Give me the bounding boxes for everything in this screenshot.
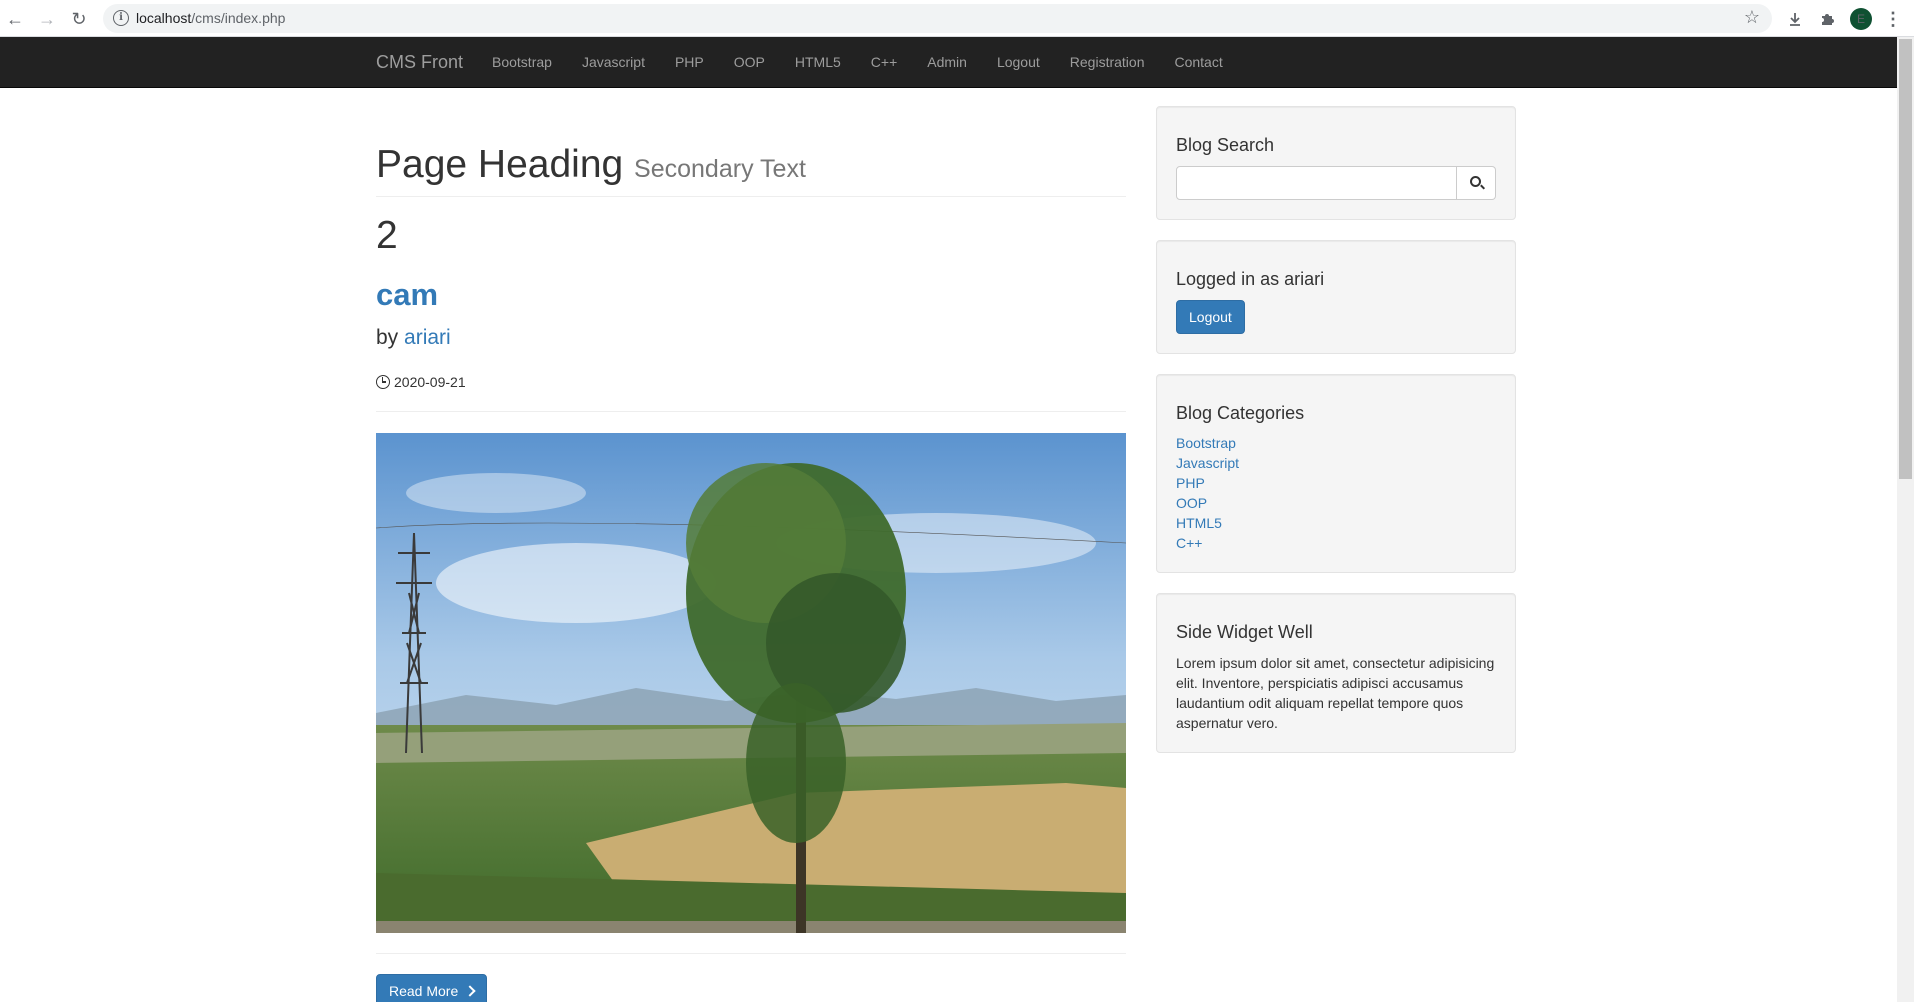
page-scrollbar[interactable] bbox=[1897, 37, 1914, 1002]
nav-item-cpp[interactable]: C++ bbox=[856, 37, 912, 88]
post-author-link[interactable]: ariari bbox=[404, 326, 451, 349]
url-path: /cms/index.php bbox=[191, 10, 286, 26]
navbar-menu: Bootstrap Javascript PHP OOP HTML5 C++ A… bbox=[477, 37, 1238, 88]
sidebar: Blog Search Logged in as ariari Logout B… bbox=[1156, 106, 1516, 773]
by-label: by bbox=[376, 325, 399, 349]
read-more-button[interactable]: Read More bbox=[376, 973, 488, 1002]
post-date: 2020-09-21 bbox=[376, 374, 1126, 390]
login-well: Logged in as ariari Logout bbox=[1156, 239, 1516, 354]
page-heading: Page Heading Secondary Text bbox=[376, 143, 1126, 187]
scrollbar-thumb[interactable] bbox=[1899, 39, 1912, 479]
nav-item-logout[interactable]: Logout bbox=[982, 37, 1055, 88]
post-number: 2 bbox=[376, 213, 398, 257]
browser-menu-icon[interactable]: ⋮ bbox=[1880, 6, 1906, 32]
search-button[interactable] bbox=[1457, 165, 1496, 200]
blog-search-well: Blog Search bbox=[1156, 106, 1516, 220]
logout-button[interactable]: Logout bbox=[1176, 299, 1245, 334]
browser-toolbar: ← → ↻ i localhost/cms/index.php ☆ E ⋮ bbox=[0, 0, 1914, 37]
logged-in-title: Logged in as ariari bbox=[1176, 268, 1325, 289]
back-arrow-icon[interactable]: ← bbox=[2, 6, 28, 32]
main-content: Page Heading Secondary Text 2 cam by ari… bbox=[376, 88, 1126, 1002]
post-author-line: by ariari bbox=[376, 326, 1126, 349]
side-widget-well: Side Widget Well Lorem ipsum dolor sit a… bbox=[1156, 593, 1516, 754]
download-icon[interactable] bbox=[1782, 6, 1808, 32]
list-item: Javascript bbox=[1176, 453, 1496, 473]
site-info-icon[interactable]: i bbox=[113, 10, 129, 26]
post-title: cam bbox=[376, 277, 1126, 312]
address-bar[interactable]: i localhost/cms/index.php ☆ bbox=[103, 4, 1772, 33]
category-list: Bootstrap Javascript PHP OOP HTML5 C++ bbox=[1176, 433, 1496, 553]
forward-arrow-icon[interactable]: → bbox=[34, 6, 60, 32]
blog-categories-well: Blog Categories Bootstrap Javascript PHP… bbox=[1156, 373, 1516, 574]
page-header: Page Heading Secondary Text bbox=[376, 143, 1126, 197]
page-heading-text: Page Heading bbox=[376, 143, 624, 186]
category-link-oop[interactable]: OOP bbox=[1176, 495, 1207, 511]
nav-item-html5[interactable]: HTML5 bbox=[780, 37, 856, 88]
list-item: PHP bbox=[1176, 473, 1496, 493]
blog-search-title: Blog Search bbox=[1176, 135, 1275, 155]
extensions-puzzle-icon[interactable] bbox=[1814, 6, 1840, 32]
url-host: localhost bbox=[136, 10, 192, 26]
category-link-php[interactable]: PHP bbox=[1176, 475, 1205, 491]
list-item: Bootstrap bbox=[1176, 433, 1496, 453]
clock-icon bbox=[376, 374, 390, 389]
post-image bbox=[376, 432, 1126, 933]
page-heading-secondary: Secondary Text bbox=[634, 155, 806, 183]
post-date-text: 2020-09-21 bbox=[394, 373, 466, 390]
profile-avatar[interactable]: E bbox=[1850, 8, 1872, 30]
top-navbar: CMS Front Bootstrap Javascript PHP OOP H… bbox=[0, 37, 1897, 88]
read-more-label: Read More bbox=[389, 982, 459, 999]
nav-item-oop[interactable]: OOP bbox=[719, 37, 780, 88]
search-group bbox=[1176, 165, 1496, 200]
bookmark-star-icon[interactable]: ☆ bbox=[1744, 7, 1760, 28]
list-item: HTML5 bbox=[1176, 513, 1496, 533]
blog-categories-title: Blog Categories bbox=[1176, 402, 1305, 423]
navbar-brand[interactable]: CMS Front bbox=[376, 52, 463, 73]
nav-item-contact[interactable]: Contact bbox=[1159, 37, 1237, 88]
nav-item-php[interactable]: PHP bbox=[660, 37, 719, 88]
address-url: localhost/cms/index.php bbox=[136, 10, 285, 26]
category-link-html5[interactable]: HTML5 bbox=[1176, 515, 1222, 531]
list-item: C++ bbox=[1176, 533, 1496, 553]
category-link-cpp[interactable]: C++ bbox=[1176, 535, 1202, 551]
chevron-right-icon bbox=[464, 985, 476, 997]
list-item: OOP bbox=[1176, 493, 1496, 513]
divider bbox=[376, 410, 1126, 412]
nav-item-admin[interactable]: Admin bbox=[912, 37, 982, 88]
side-widget-text: Lorem ipsum dolor sit amet, consectetur … bbox=[1176, 655, 1495, 732]
search-input[interactable] bbox=[1176, 165, 1457, 200]
nav-item-registration[interactable]: Registration bbox=[1055, 37, 1160, 88]
category-link-javascript[interactable]: Javascript bbox=[1176, 455, 1239, 471]
divider bbox=[376, 952, 1126, 954]
nav-item-javascript[interactable]: Javascript bbox=[567, 37, 660, 88]
post-title-link[interactable]: cam bbox=[376, 277, 438, 312]
search-icon bbox=[1469, 176, 1481, 188]
reload-icon[interactable]: ↻ bbox=[66, 6, 92, 32]
category-link-bootstrap[interactable]: Bootstrap bbox=[1176, 435, 1236, 451]
side-widget-title: Side Widget Well bbox=[1176, 622, 1313, 643]
nav-item-bootstrap[interactable]: Bootstrap bbox=[477, 37, 567, 88]
